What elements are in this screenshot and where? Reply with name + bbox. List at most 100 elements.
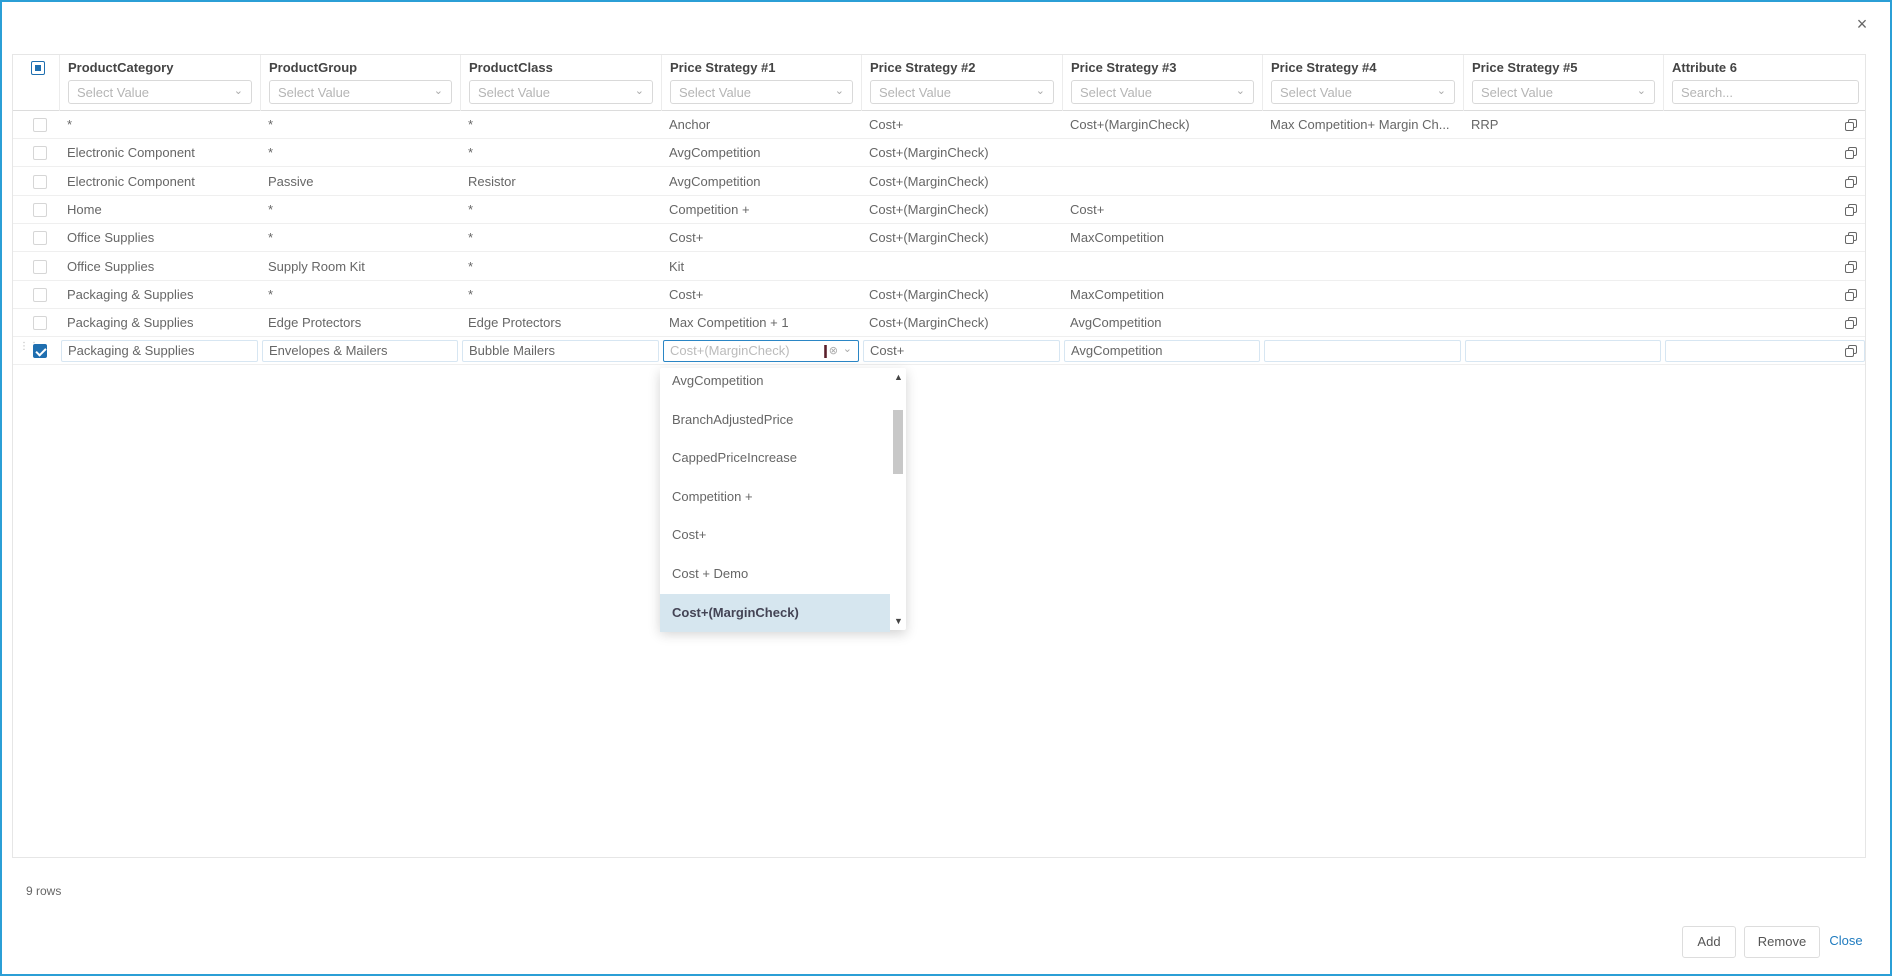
column-title[interactable]: ProductClass — [469, 60, 553, 75]
table-cell[interactable]: Office Supplies — [59, 253, 260, 281]
table-cell[interactable] — [1463, 309, 1663, 337]
table-cell[interactable]: Packaging & Supplies — [59, 281, 260, 309]
table-cell[interactable] — [1062, 253, 1262, 281]
table-row[interactable]: Office Supplies Supply Room Kit * Kit — [13, 253, 1865, 281]
table-row[interactable]: Office Supplies * * Cost+ Cost+(MarginCheck)… — [13, 224, 1865, 253]
add-button[interactable]: Add — [1682, 926, 1736, 958]
table-cell[interactable]: * — [460, 196, 661, 224]
dropdown-option[interactable]: Cost + Demo — [660, 555, 890, 593]
table-cell[interactable] — [1262, 224, 1463, 252]
dropdown-scrollbar[interactable]: ▲ ▼ — [890, 368, 906, 630]
table-cell[interactable]: Competition + — [661, 196, 861, 224]
table-cell[interactable]: Packaging & Supplies — [59, 309, 260, 337]
row-checkbox[interactable] — [33, 287, 47, 302]
column-title[interactable]: ProductGroup — [269, 60, 357, 75]
table-cell[interactable] — [1663, 168, 1867, 196]
column-title[interactable]: Price Strategy #4 — [1271, 60, 1377, 75]
column-title[interactable]: Price Strategy #1 — [670, 60, 776, 75]
cell-input[interactable]: Envelopes & Mailers — [262, 340, 458, 363]
table-cell[interactable]: Cost+(MarginCheck) — [861, 281, 1062, 309]
cell-input[interactable] — [1465, 340, 1661, 363]
table-cell[interactable] — [1663, 253, 1867, 281]
column-title[interactable]: Price Strategy #2 — [870, 60, 976, 75]
table-cell[interactable]: MaxCompetition — [1062, 224, 1262, 252]
table-cell[interactable]: Cost+(MarginCheck) — [861, 224, 1062, 252]
clear-icon[interactable]: ⊗ — [829, 341, 838, 361]
column-filter-select[interactable]: Select Value ⌄ — [870, 80, 1054, 104]
table-cell[interactable]: Kit — [661, 253, 861, 281]
row-checkbox[interactable] — [33, 259, 47, 274]
table-row[interactable]: * * * Anchor Cost+ Cost+(MarginCheck) Max Comp… — [13, 111, 1865, 139]
table-row[interactable]: Packaging & Supplies Edge Protectors Edge … — [13, 309, 1865, 338]
column-filter-select[interactable]: Select Value ⌄ — [1271, 80, 1455, 104]
table-cell[interactable] — [1262, 139, 1463, 167]
copy-icon[interactable] — [1845, 147, 1857, 160]
table-cell[interactable]: Cost+ — [661, 224, 861, 252]
table-cell[interactable] — [1262, 196, 1463, 224]
table-cell[interactable]: * — [460, 224, 661, 252]
row-checkbox[interactable] — [33, 118, 47, 132]
table-row[interactable]: Electronic Component Passive Resistor AvgCo… — [13, 168, 1865, 196]
table-cell[interactable]: MaxCompetition — [1062, 281, 1262, 309]
table-cell[interactable]: * — [260, 139, 460, 167]
cell-input[interactable] — [1264, 340, 1461, 363]
column-filter-select[interactable]: Select Value ⌄ — [1472, 80, 1655, 104]
close-icon[interactable]: × — [1852, 14, 1872, 34]
remove-button[interactable]: Remove — [1744, 926, 1820, 958]
table-cell[interactable] — [1062, 139, 1262, 167]
column-filter-select[interactable]: Select Value ⌄ — [68, 80, 252, 104]
table-cell[interactable]: Electronic Component — [59, 168, 260, 196]
column-title[interactable]: ProductCategory — [68, 60, 173, 75]
table-cell[interactable]: Cost+(MarginCheck) — [861, 139, 1062, 167]
row-checkbox[interactable] — [33, 146, 47, 161]
scroll-up-icon[interactable]: ▲ — [894, 372, 903, 382]
table-cell[interactable]: * — [59, 111, 260, 139]
table-cell[interactable] — [1663, 139, 1867, 167]
table-cell[interactable] — [1663, 111, 1867, 139]
copy-icon[interactable] — [1845, 232, 1857, 245]
table-row[interactable]: Packaging & Supplies * * Cost+ Cost+(MarginC… — [13, 281, 1865, 309]
column-filter-select[interactable]: Select Value ⌄ — [469, 80, 653, 104]
table-cell[interactable]: Edge Protectors — [260, 309, 460, 337]
dropdown-option[interactable]: BranchAdjustedPrice — [660, 401, 890, 439]
table-cell[interactable] — [1262, 253, 1463, 281]
table-cell[interactable] — [1463, 168, 1663, 196]
table-cell[interactable]: Anchor — [661, 111, 861, 139]
dropdown-option[interactable]: Cost+ — [660, 516, 890, 554]
dropdown-option[interactable]: AvgCompetition — [660, 362, 890, 400]
table-cell[interactable]: * — [260, 281, 460, 309]
select-all-checkbox[interactable] — [31, 61, 45, 75]
copy-icon[interactable] — [1845, 345, 1857, 358]
table-cell[interactable]: Edge Protectors — [460, 309, 661, 337]
copy-icon[interactable] — [1845, 288, 1857, 301]
table-cell[interactable] — [861, 253, 1062, 281]
table-cell[interactable]: * — [460, 253, 661, 281]
table-cell[interactable]: Cost+(MarginCheck) — [1062, 111, 1262, 139]
dropdown-option[interactable]: Competition + — [660, 478, 890, 516]
row-checkbox[interactable] — [33, 174, 47, 189]
copy-icon[interactable] — [1845, 260, 1857, 273]
table-cell[interactable]: RRP — [1463, 111, 1663, 139]
column-filter-select[interactable]: Select Value ⌄ — [670, 80, 853, 104]
table-cell[interactable]: Cost+(MarginCheck) — [861, 196, 1062, 224]
table-cell[interactable]: Cost+(MarginCheck) — [861, 309, 1062, 337]
copy-icon[interactable] — [1845, 203, 1857, 216]
table-cell[interactable]: Cost+ — [861, 111, 1062, 139]
table-cell[interactable]: Cost+ — [1062, 196, 1262, 224]
table-cell[interactable] — [1262, 309, 1463, 337]
row-checkbox[interactable] — [33, 202, 47, 217]
table-cell[interactable]: AvgCompetition — [1062, 309, 1262, 337]
strategy-dropdown[interactable]: ▲ ▼ AvgCompetition BranchAdjustedPrice Cap… — [660, 368, 906, 632]
table-cell[interactable]: AvgCompetition — [661, 168, 861, 196]
table-cell[interactable]: * — [260, 196, 460, 224]
copy-icon[interactable] — [1845, 175, 1857, 188]
table-cell[interactable]: Max Competition + 1 — [661, 309, 861, 337]
cell-input[interactable]: AvgCompetition — [1064, 340, 1260, 363]
dropdown-option[interactable]: Cost+(MarginCheck) — [660, 593, 890, 632]
table-cell[interactable]: Max Competition+ Margin Ch... — [1262, 111, 1463, 139]
row-checkbox[interactable] — [33, 344, 47, 359]
table-row-editing[interactable]: ⋮⋮ Packaging & Supplies Envelopes & Mailer… — [13, 337, 1865, 366]
table-cell[interactable] — [1663, 281, 1867, 309]
table-cell[interactable]: Supply Room Kit — [260, 253, 460, 281]
column-filter-select[interactable]: Select Value ⌄ — [269, 80, 452, 104]
